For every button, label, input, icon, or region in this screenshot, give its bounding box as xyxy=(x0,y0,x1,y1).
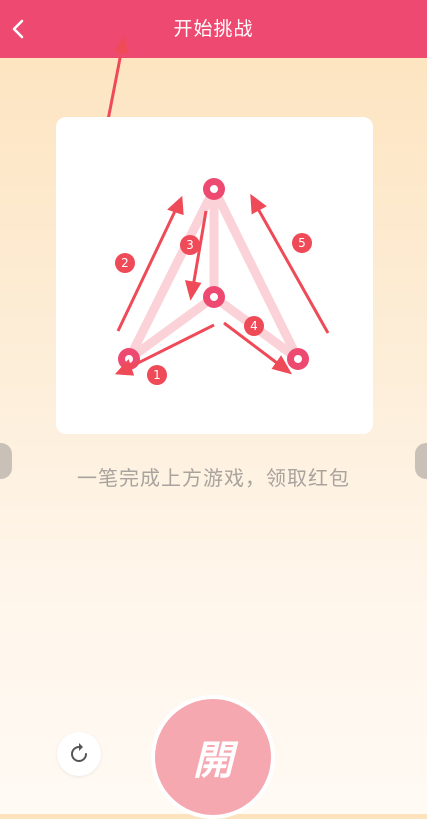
step-badge-label: 2 xyxy=(121,256,129,270)
direction-arrow xyxy=(255,206,330,334)
puzzle-card: 1 2 3 4 5 xyxy=(56,117,373,434)
reset-button[interactable] xyxy=(57,732,101,776)
step-badge-label: 5 xyxy=(298,236,306,250)
step-badge-label: 3 xyxy=(186,238,194,252)
step-badge-label: 1 xyxy=(153,368,161,382)
step-badge-label: 4 xyxy=(250,319,258,333)
one-stroke-puzzle: 1 2 3 4 5 xyxy=(114,178,330,385)
open-button[interactable]: 開 xyxy=(151,695,275,819)
refresh-icon xyxy=(71,743,87,762)
instruction-text: 一笔完成上方游戏，领取红包 xyxy=(77,466,350,490)
